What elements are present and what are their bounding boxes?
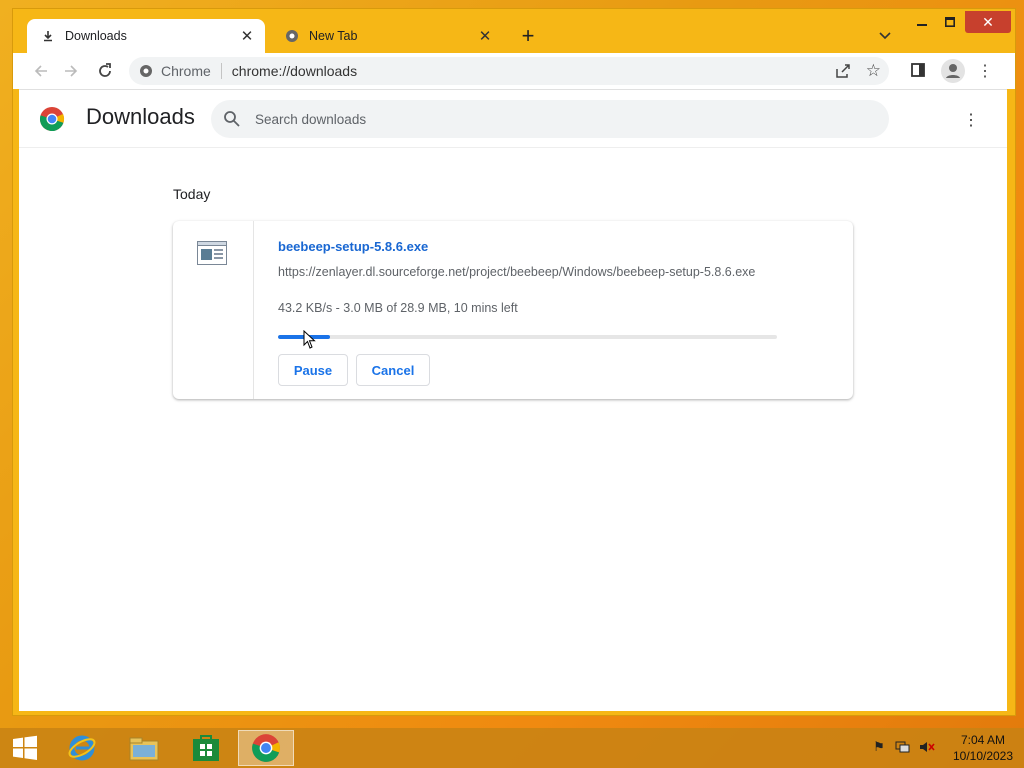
more-actions-icon[interactable]: ⋮ [961, 110, 981, 130]
forward-button[interactable] [59, 59, 83, 83]
search-input[interactable] [255, 111, 815, 127]
tab-new-tab[interactable]: New Tab ✕ [271, 19, 503, 53]
internet-explorer-icon[interactable] [54, 730, 110, 766]
back-button[interactable] [29, 59, 53, 83]
downloads-header: Downloads ⋮ [19, 90, 1007, 148]
system-tray: ⚑ [870, 738, 936, 756]
chrome-taskbar-icon[interactable] [238, 730, 294, 766]
chevron-down-icon [879, 32, 891, 40]
download-icon [41, 29, 55, 43]
maximize-button[interactable] [937, 11, 963, 33]
address-bar[interactable]: Chrome chrome://downloads ☆ [129, 57, 889, 85]
chrome-icon [140, 65, 152, 77]
search-box[interactable] [211, 100, 889, 138]
network-icon[interactable] [894, 738, 912, 756]
url-text: chrome://downloads [231, 63, 358, 79]
site-info[interactable]: Chrome [139, 63, 211, 79]
store-icon[interactable] [178, 730, 234, 766]
taskbar: ⚑ 7:04 AM 10/10/2023 [0, 728, 1024, 768]
tab-downloads[interactable]: Downloads ✕ [27, 19, 265, 53]
close-tab-icon[interactable]: ✕ [475, 26, 495, 46]
cancel-button[interactable]: Cancel [356, 354, 430, 386]
download-item-card: beebeep-setup-5.8.6.exe https://zenlayer… [173, 221, 853, 399]
file-source-url[interactable]: https://zenlayer.dl.sourceforge.net/proj… [278, 265, 778, 279]
page-title: Downloads [86, 104, 195, 129]
file-name-link[interactable]: beebeep-setup-5.8.6.exe [278, 239, 428, 254]
site-label: Chrome [161, 63, 211, 79]
browser-menu-icon[interactable]: ⋮ [975, 61, 995, 81]
date-section-label: Today [173, 186, 211, 202]
close-tab-icon[interactable]: ✕ [237, 26, 257, 46]
minimize-button[interactable] [909, 11, 935, 33]
browser-window: Downloads ✕ New Tab ✕ + ✕ Chrome chrome:… [12, 8, 1016, 716]
profile-avatar[interactable] [941, 59, 965, 83]
start-button[interactable] [0, 730, 50, 766]
search-icon [224, 111, 240, 127]
volume-muted-icon[interactable] [918, 738, 936, 756]
tab-label: Downloads [65, 29, 127, 43]
taskbar-clock[interactable]: 7:04 AM 10/10/2023 [948, 732, 1018, 764]
reload-button[interactable] [93, 59, 117, 83]
file-icon-column [173, 221, 254, 399]
file-explorer-icon[interactable] [116, 730, 172, 766]
omnibox-separator [220, 63, 222, 79]
new-tab-button[interactable]: + [516, 23, 540, 48]
tab-strip: Downloads ✕ New Tab ✕ + ✕ [13, 9, 1015, 53]
share-icon[interactable] [835, 63, 851, 82]
download-progress-bar [278, 335, 777, 339]
chrome-icon [285, 29, 299, 43]
tab-search-button[interactable] [875, 26, 895, 46]
browser-toolbar: Chrome chrome://downloads ☆ ⋮ [13, 53, 1015, 89]
exe-file-icon [197, 241, 227, 265]
bookmark-star-icon[interactable]: ☆ [866, 61, 881, 81]
windows-logo-icon [13, 735, 37, 760]
download-status: 43.2 KB/s - 3.0 MB of 28.9 MB, 10 mins l… [278, 301, 518, 315]
tab-label: New Tab [309, 29, 358, 43]
mouse-cursor-icon [303, 330, 316, 349]
clock-date: 10/10/2023 [952, 749, 1014, 763]
flag-icon[interactable]: ⚑ [870, 738, 888, 756]
chrome-logo-icon [39, 107, 65, 132]
close-window-button[interactable]: ✕ [965, 11, 1011, 33]
side-panel-icon[interactable] [911, 63, 927, 79]
pause-button[interactable]: Pause [278, 354, 348, 386]
clock-time: 7:04 AM [960, 733, 1006, 747]
downloads-page: Downloads ⋮ Today beebeep-setup-5.8.6.ex… [19, 89, 1007, 711]
